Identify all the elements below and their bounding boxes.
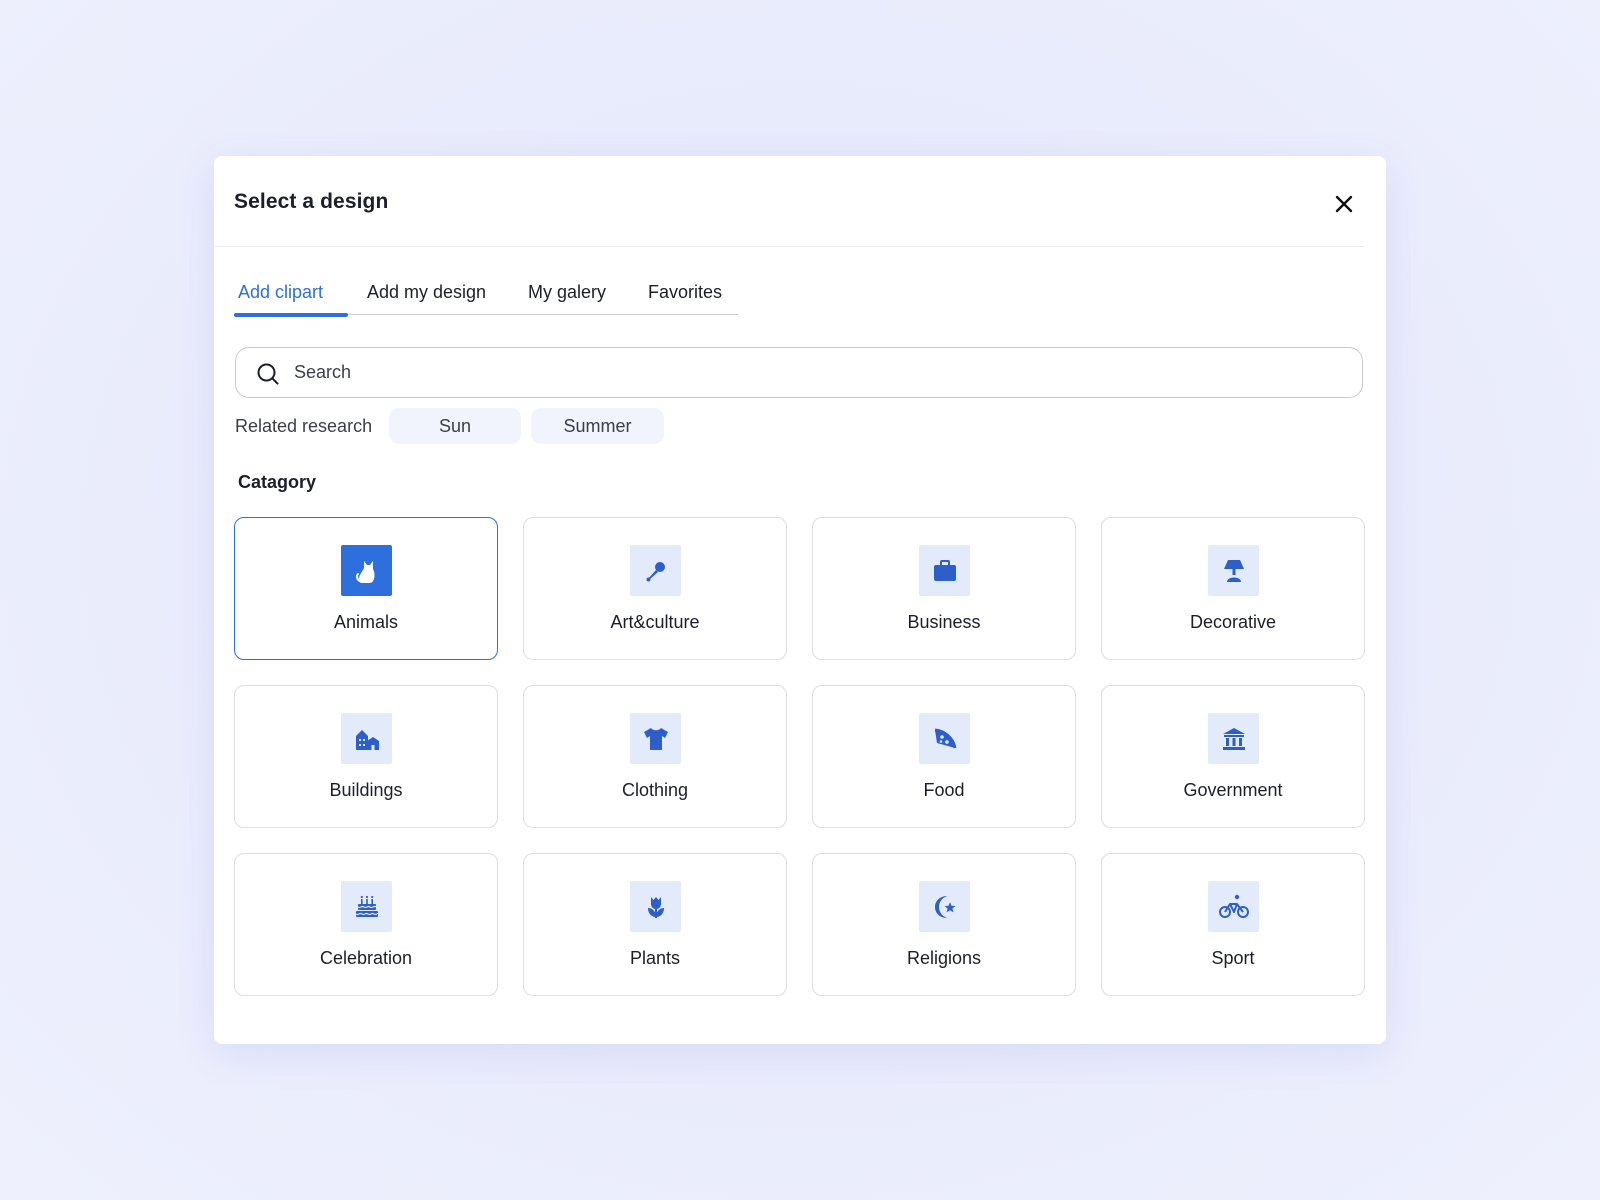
tab-add-clipart[interactable]: Add clipart (238, 282, 323, 303)
dialog-header: Select a design (214, 156, 1386, 247)
category-card-business[interactable]: Business (812, 517, 1076, 660)
category-label: Religions (906, 948, 982, 968)
category-label: Sport (1211, 948, 1255, 968)
category-card-celebration[interactable]: Celebration (234, 853, 498, 996)
dialog-title: Select a design (234, 190, 389, 213)
tab-my-galery[interactable]: My galery (528, 282, 606, 303)
category-label: Government (1183, 780, 1283, 800)
category-label: Decorative (1189, 612, 1277, 632)
category-label: Business (907, 612, 981, 632)
cake-icon (341, 881, 392, 932)
tshirt-icon (630, 713, 681, 764)
tulip-icon (630, 881, 681, 932)
buildings-icon (341, 713, 392, 764)
briefcase-icon (919, 545, 970, 596)
category-label: Clothing (621, 780, 689, 800)
header-divider (214, 246, 1364, 247)
pizza-icon (919, 713, 970, 764)
related-chip-summer[interactable]: Summer (531, 408, 664, 444)
related-chip-sun[interactable]: Sun (389, 408, 521, 444)
category-card-animals[interactable]: Animals (234, 517, 498, 660)
close-button[interactable] (1330, 190, 1358, 218)
category-label: Art&culture (610, 612, 700, 632)
cat-icon (341, 545, 392, 596)
category-label: Buildings (329, 780, 403, 800)
category-card-sport[interactable]: Sport (1101, 853, 1365, 996)
category-card-art-culture[interactable]: Art&culture (523, 517, 787, 660)
crescent-star-icon (919, 881, 970, 932)
lamp-icon (1208, 545, 1259, 596)
category-card-decorative[interactable]: Decorative (1101, 517, 1365, 660)
category-label: Celebration (319, 948, 413, 968)
category-card-government[interactable]: Government (1101, 685, 1365, 828)
category-card-plants[interactable]: Plants (523, 853, 787, 996)
bicycle-icon (1208, 881, 1259, 932)
search-box[interactable] (235, 347, 1363, 398)
search-icon (257, 363, 279, 385)
category-card-religions[interactable]: Religions (812, 853, 1076, 996)
category-card-buildings[interactable]: Buildings (234, 685, 498, 828)
category-card-clothing[interactable]: Clothing (523, 685, 787, 828)
category-title: Catagory (238, 472, 317, 492)
close-icon (1335, 195, 1353, 213)
tab-add-my-design[interactable]: Add my design (367, 282, 486, 303)
search-input[interactable] (294, 348, 1344, 396)
government-building-icon (1208, 713, 1259, 764)
category-label: Plants (629, 948, 681, 968)
related-research-label: Related research (235, 416, 373, 436)
category-label: Animals (333, 612, 399, 632)
microphone-icon (630, 545, 681, 596)
tab-favorites[interactable]: Favorites (648, 282, 722, 303)
active-tab-indicator (234, 313, 348, 317)
category-card-food[interactable]: Food (812, 685, 1076, 828)
category-label: Food (923, 780, 965, 800)
